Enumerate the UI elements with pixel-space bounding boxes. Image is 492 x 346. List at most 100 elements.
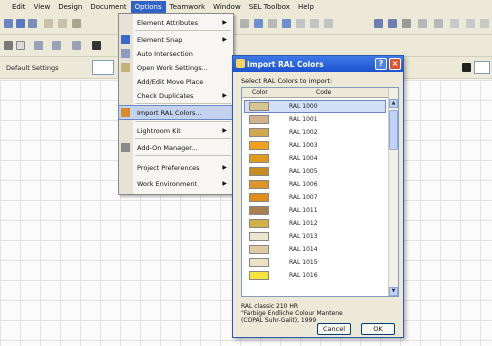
list-item[interactable]: RAL 1000 — [244, 100, 386, 113]
help-button[interactable]: ? — [375, 58, 387, 70]
menu-item-check-duplicates[interactable]: Check Duplicates ▶ — [119, 89, 233, 102]
menu-help[interactable]: Help — [294, 1, 318, 13]
arrow-tool-icon[interactable] — [4, 41, 13, 50]
menu-item-label: Work Environment — [137, 179, 198, 188]
list-item[interactable]: RAL 1002 — [245, 127, 385, 138]
close-button[interactable]: × — [389, 58, 401, 70]
menu-sel-toolbox[interactable]: SEL Toolbox — [245, 1, 294, 13]
scroll-up-arrow-icon[interactable]: ▲ — [389, 99, 398, 108]
new-file-icon[interactable] — [4, 19, 13, 28]
menu-item-add-edit-move-place[interactable]: Add/Edit Move Place — [119, 75, 233, 88]
open-file-icon[interactable] — [16, 19, 25, 28]
floor-field[interactable] — [474, 61, 490, 74]
layer-icon[interactable] — [34, 41, 43, 50]
list-item[interactable]: RAL 1003 — [245, 140, 385, 151]
color-swatch — [249, 128, 269, 137]
magic-wand-icon[interactable] — [418, 19, 427, 28]
floor-plan-icon[interactable] — [388, 19, 397, 28]
marquee-tool-icon[interactable] — [16, 41, 25, 50]
drag-icon[interactable] — [466, 19, 475, 28]
save-icon[interactable] — [28, 19, 37, 28]
submenu-arrow-icon: ▶ — [222, 36, 227, 43]
pen-set-icon[interactable] — [52, 41, 61, 50]
pan-icon[interactable] — [282, 19, 291, 28]
menu-design[interactable]: Design — [54, 1, 86, 13]
cancel-button[interactable]: Cancel — [317, 323, 351, 335]
color-code: RAL 1003 — [289, 142, 318, 149]
color-code: RAL 1005 — [289, 168, 318, 175]
fit-window-icon[interactable] — [268, 19, 277, 28]
edit-toolbar — [0, 35, 492, 57]
list-item[interactable]: RAL 1005 — [245, 166, 385, 177]
menu-view[interactable]: View — [30, 1, 55, 13]
source-info-line: "Farbige Endliche Colour Mantene — [241, 310, 343, 317]
palette-icon — [121, 108, 130, 117]
list-item[interactable]: RAL 1014 — [245, 244, 385, 255]
color-code: RAL 1007 — [289, 194, 318, 201]
color-swatch — [249, 115, 269, 124]
column-header-color[interactable]: Color — [252, 89, 268, 96]
previous-view-icon[interactable] — [310, 19, 319, 28]
list-item[interactable]: RAL 1007 — [245, 192, 385, 203]
zoom-out-icon[interactable] — [254, 19, 263, 28]
source-info-line: RAL classic 210 HR — [241, 303, 299, 310]
menu-separator — [135, 138, 231, 139]
menu-item-work-environment[interactable]: Work Environment ▶ — [119, 177, 233, 190]
menu-item-open-work-settings[interactable]: Open Work Settings... — [119, 61, 233, 74]
scroll-thumb[interactable] — [389, 110, 398, 150]
list-item[interactable]: RAL 1004 — [245, 153, 385, 164]
menu-options[interactable]: Options — [130, 0, 166, 13]
column-header-code[interactable]: Code — [316, 89, 331, 96]
next-view-icon[interactable] — [324, 19, 333, 28]
mirror-icon[interactable] — [450, 19, 459, 28]
paste-icon[interactable] — [72, 19, 81, 28]
color-swatch — [249, 245, 269, 254]
menu-separator — [135, 121, 231, 122]
color-code: RAL 1000 — [289, 103, 318, 110]
list-item[interactable]: RAL 1001 — [245, 114, 385, 125]
color-swatch — [249, 258, 269, 267]
rotate-icon[interactable] — [434, 19, 443, 28]
list-item[interactable]: RAL 1006 — [245, 179, 385, 190]
elevate-icon[interactable] — [480, 19, 489, 28]
cut-icon[interactable] — [44, 19, 53, 28]
list-item[interactable]: RAL 1015 — [245, 257, 385, 268]
menu-item-auto-intersection[interactable]: Auto Intersection — [119, 47, 233, 60]
delete-icon[interactable] — [402, 19, 411, 28]
dialog-title-bar[interactable]: Import RAL Colors ? × — [233, 56, 403, 72]
settings-icon — [121, 63, 130, 72]
menu-item-lightroom-kit[interactable]: Lightroom Kit ▶ — [119, 124, 233, 137]
menu-edit[interactable]: Edit — [8, 1, 30, 13]
color-code: RAL 1012 — [289, 220, 318, 227]
color-swatch — [249, 206, 269, 215]
list-item[interactable]: RAL 1016 — [245, 270, 385, 281]
menu-item-label: Project Preferences — [137, 163, 200, 172]
ral-color-list[interactable]: Color Code RAL 1000 RAL 1001 RAL 1002 RA… — [241, 87, 399, 297]
list-item[interactable]: RAL 1012 — [245, 218, 385, 229]
list-item[interactable]: RAL 1013 — [245, 231, 385, 242]
grid-icon[interactable] — [72, 41, 81, 50]
settings-dialog-button[interactable] — [92, 60, 114, 75]
menu-window[interactable]: Window — [209, 1, 245, 13]
menu-item-add-on-manager[interactable]: Add-On Manager... — [119, 141, 233, 154]
menu-document[interactable]: Document — [86, 1, 130, 13]
list-scrollbar[interactable]: ▲ ▼ — [388, 88, 398, 296]
copy-icon[interactable] — [58, 19, 67, 28]
3d-window-icon[interactable] — [374, 19, 383, 28]
menu-item-element-attributes[interactable]: Element Attributes ▶ — [119, 16, 233, 29]
scroll-down-arrow-icon[interactable]: ▼ — [389, 287, 398, 296]
color-code: RAL 1004 — [289, 155, 318, 162]
ok-button[interactable]: OK — [361, 323, 395, 335]
fill-icon[interactable] — [92, 41, 101, 50]
floor-icon[interactable] — [462, 63, 471, 72]
color-swatch — [249, 180, 269, 189]
zoom-in-icon[interactable] — [240, 19, 249, 28]
palette-icon — [236, 59, 245, 68]
menu-teamwork[interactable]: Teamwork — [166, 1, 209, 13]
menu-item-element-snap[interactable]: Element Snap ▶ — [119, 33, 233, 46]
orbit-icon[interactable] — [296, 19, 305, 28]
list-item[interactable]: RAL 1011 — [245, 205, 385, 216]
menu-item-project-preferences[interactable]: Project Preferences ▶ — [119, 161, 233, 174]
menu-item-import-ral-colors[interactable]: Import RAL Colors... — [118, 105, 234, 120]
menu-item-label: Add/Edit Move Place — [137, 77, 204, 86]
